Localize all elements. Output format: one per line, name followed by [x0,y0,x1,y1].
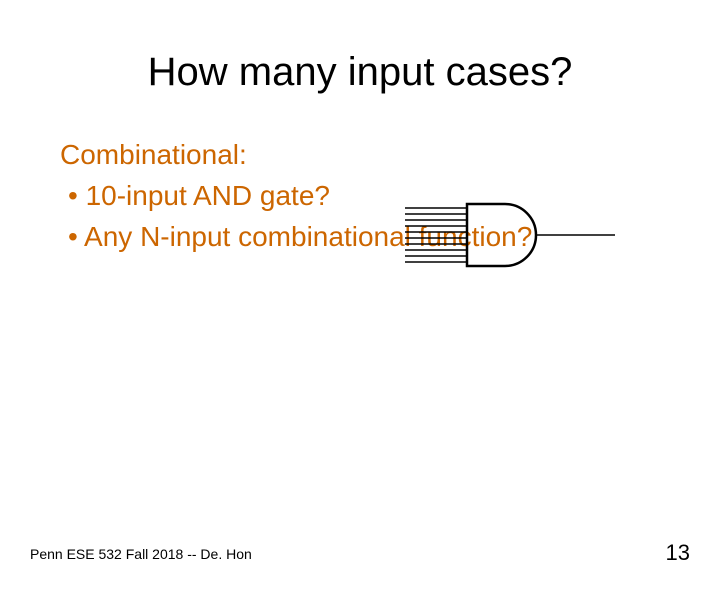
body-heading: Combinational: [60,135,660,174]
slide-title: How many input cases? [0,50,720,95]
slide-footer: Penn ESE 532 Fall 2018 -- De. Hon [30,546,252,562]
and-gate-icon [405,202,625,274]
page-number: 13 [666,540,690,566]
slide-container: How many input cases? Combinational: • 1… [0,50,720,590]
